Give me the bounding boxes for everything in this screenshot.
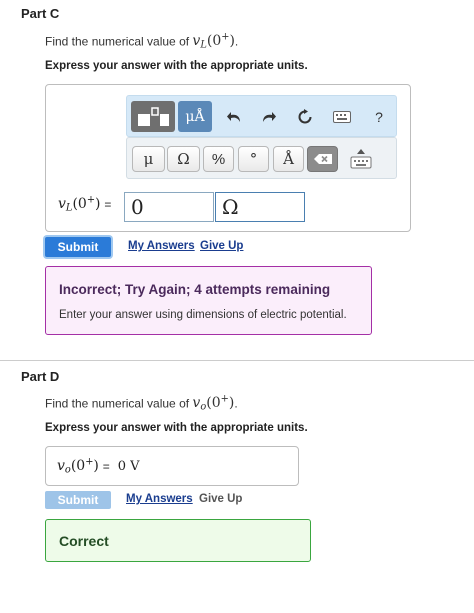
reset-button[interactable] — [293, 104, 317, 130]
part-d-answer-value: 0 V — [117, 459, 140, 475]
part-c-feedback-title: Incorrect; Try Again; 4 attempts remaini… — [59, 282, 331, 297]
key-percent[interactable]: % — [203, 146, 234, 172]
key-angstrom[interactable]: Å — [273, 146, 304, 172]
keyboard-toggle[interactable] — [344, 144, 377, 174]
backspace-icon — [313, 154, 332, 164]
part-c-answer-label: vL(0+) = — [58, 195, 112, 214]
part-d-instruction: Express your answer with the appropriate… — [45, 422, 308, 434]
part-d-prompt: Find the numerical value of vo(0+). — [45, 394, 238, 413]
value-input[interactable]: 0 — [124, 192, 214, 222]
part-d-title: Part D — [21, 369, 60, 384]
part-d-submit-button: Submit — [45, 491, 111, 509]
part-d-variable: vo(0+) — [192, 394, 235, 413]
part-c-give-up-link[interactable]: Give Up — [200, 240, 243, 252]
key-omega[interactable]: Ω — [167, 146, 200, 172]
template-button[interactable] — [131, 101, 175, 132]
keyboard-icon — [333, 111, 351, 123]
reset-icon — [298, 109, 312, 124]
part-c-my-answers-link[interactable]: My Answers — [128, 240, 195, 252]
units-button[interactable]: μÅ — [178, 101, 212, 132]
template-icon — [138, 107, 169, 126]
toolbar-symbols: μ Ω % ° Å — [126, 137, 397, 179]
part-c-submit-button[interactable]: Submit — [45, 237, 111, 257]
keyboard-toggle-icon — [350, 149, 371, 169]
part-d-answer-box: vo(0+) = 0 V — [45, 446, 299, 486]
section-divider — [0, 360, 474, 361]
undo-icon — [227, 112, 240, 122]
part-c-prompt: Find the numerical value of vL(0+). — [45, 32, 239, 51]
key-mu[interactable]: μ — [132, 146, 165, 172]
delete-key[interactable] — [307, 146, 338, 172]
toolbar-main: μÅ ? — [126, 95, 397, 137]
part-c-title: Part C — [21, 6, 60, 21]
help-button[interactable]: ? — [367, 104, 391, 130]
part-d-answer: vo(0+) = 0 V — [57, 457, 140, 476]
undo-button[interactable] — [222, 104, 246, 130]
part-c-instruction: Express your answer with the appropriate… — [45, 60, 308, 72]
part-c-variable: vL(0+) — [192, 32, 235, 51]
part-c-feedback-body: Enter your answer using dimensions of el… — [59, 309, 347, 321]
redo-button[interactable] — [257, 104, 281, 130]
part-d-my-answers-link[interactable]: My Answers — [126, 493, 193, 505]
part-d-give-up-text: Give Up — [199, 493, 243, 505]
key-degree[interactable]: ° — [238, 146, 269, 172]
part-d-feedback-correct: Correct — [45, 519, 311, 562]
part-d-feedback-title: Correct — [59, 533, 109, 549]
keyboard-button[interactable] — [327, 104, 357, 130]
units-input[interactable]: Ω — [215, 192, 305, 222]
part-c-answer-box: μÅ ? μ Ω % ° Å vL(0+) = 0 Ω — [45, 84, 411, 232]
redo-icon — [263, 112, 276, 122]
part-c-feedback-incorrect: Incorrect; Try Again; 4 attempts remaini… — [45, 266, 372, 335]
